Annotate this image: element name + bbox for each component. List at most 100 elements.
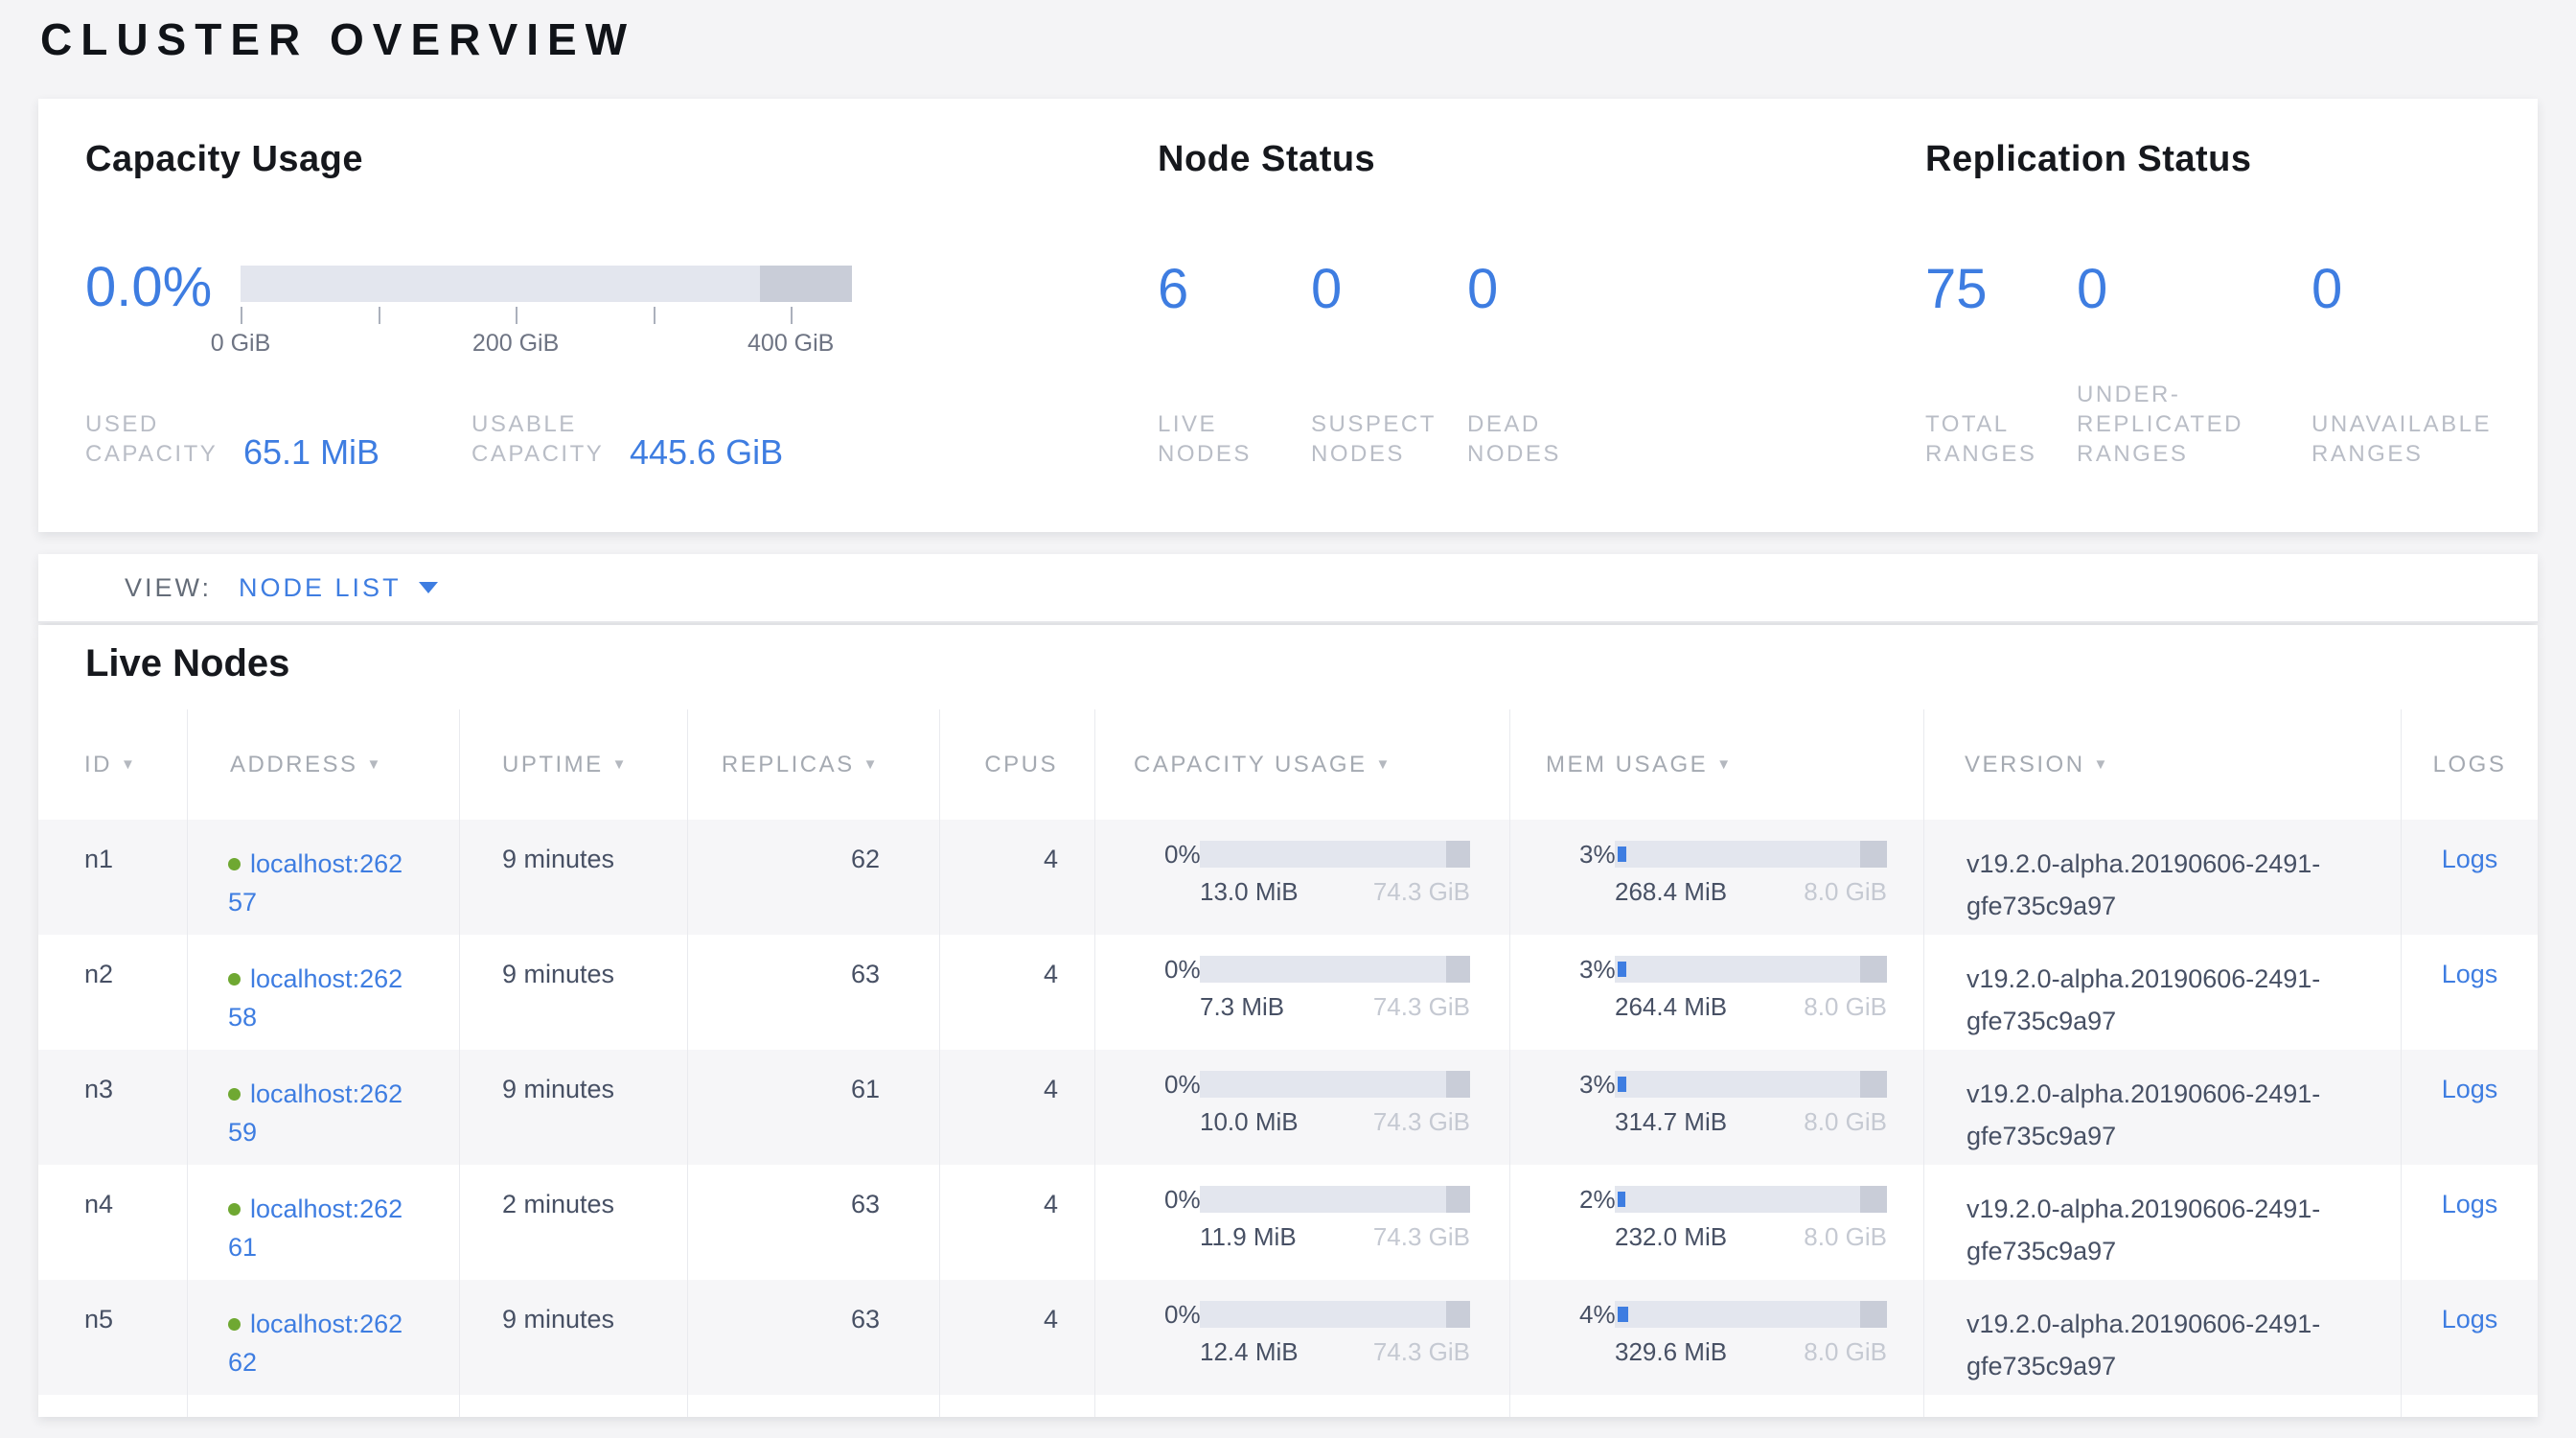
cell-mem: 3%268.4 MiB8.0 GiB bbox=[1510, 820, 1924, 935]
column-header-label: LOGS bbox=[2433, 752, 2507, 778]
version-text: v19.2.0-alpha.20190606-2491-gfe735c9a97 bbox=[1966, 958, 2373, 1042]
stat-label-line: TOTAL bbox=[1925, 409, 2077, 439]
version-text: v19.2.0-alpha.20190606-2491-gfe735c9a97 bbox=[1966, 1303, 2373, 1387]
column-header-uptime[interactable]: UPTIME ▼ bbox=[460, 709, 688, 820]
summary-stat-value: 445.6 GiB bbox=[630, 434, 783, 471]
cell-address bbox=[188, 1395, 460, 1417]
page-title: CLUSTER OVERVIEW bbox=[40, 13, 635, 65]
sort-arrow-icon[interactable]: ▼ bbox=[1376, 756, 1392, 773]
sort-arrow-icon[interactable]: ▼ bbox=[367, 756, 383, 773]
logs-link[interactable]: Logs bbox=[2442, 845, 2498, 873]
column-header-replicas[interactable]: REPLICAS▼ bbox=[688, 709, 940, 820]
mem-usage-values: 314.7 MiB8.0 GiB bbox=[1615, 1107, 1887, 1137]
column-header-version[interactable]: VERSION▼ bbox=[1924, 709, 2402, 820]
address-link[interactable]: localhost:26258 bbox=[228, 960, 410, 1036]
mem-usage-bar bbox=[1615, 1186, 1887, 1213]
replication-status-title: Replication Status bbox=[1925, 139, 2519, 180]
chevron-down-icon[interactable] bbox=[419, 582, 438, 593]
cell-node-id: n2 bbox=[38, 935, 188, 1050]
cluster-summary-card: Capacity Usage 0.0% 0 GiB200 GiB400 GiB … bbox=[38, 99, 2538, 532]
mem-usage-values: 268.4 MiB8.0 GiB bbox=[1615, 877, 1887, 907]
cell-version: v19.2.0-alpha.20190606-2491-gfe735c9a97 bbox=[1924, 820, 2402, 935]
address-link[interactable]: localhost:26259 bbox=[228, 1075, 410, 1151]
cell-mem: 2%232.0 MiB8.0 GiB bbox=[1510, 1165, 1924, 1280]
column-header-logs: LOGS bbox=[2402, 709, 2538, 820]
mem-usage-values: 329.6 MiB 8.0 GiB bbox=[1615, 1337, 1887, 1367]
cell-cpus: 4 bbox=[940, 1050, 1095, 1165]
summary-stat-value: 75 bbox=[1925, 260, 2077, 319]
cell-version: v19.2.0-alpha.20190606-2491-gfe735c9a97 bbox=[1924, 935, 2402, 1050]
column-header-id[interactable]: ID▼ bbox=[38, 709, 188, 820]
node-status-stats: 6LIVENODES0SUSPECTNODES0DEADNODES bbox=[1158, 260, 1678, 469]
mem-usage-bar bbox=[1615, 841, 1887, 868]
cell-capacity: 0%13.0 MiB74.3 GiB bbox=[1095, 820, 1510, 935]
version-text: v19.2.0-alpha.20190606-2491-gfe735c9a97 bbox=[1966, 1188, 2373, 1272]
column-header-mem[interactable]: MEM USAGE▼ bbox=[1510, 709, 1924, 820]
stat-label-line: RANGES bbox=[1925, 439, 2077, 469]
mem-usage-fill bbox=[1618, 1077, 1626, 1092]
summary-stat-value: 6 bbox=[1158, 260, 1311, 319]
mem-usage-used: 329.6 MiB bbox=[1615, 1337, 1727, 1367]
capacity-usage-total: 74.3 GiB bbox=[1373, 992, 1470, 1022]
logs-link[interactable]: Logs bbox=[2442, 1305, 2498, 1334]
capacity-usage-line: 0% bbox=[1164, 955, 1509, 984]
table-row-partial bbox=[38, 1395, 2538, 1417]
stat-label-line: UNDER- bbox=[2077, 380, 2312, 409]
sort-arrow-icon[interactable]: ▼ bbox=[1716, 756, 1733, 773]
summary-stat: USEDCAPACITY65.1 MiB bbox=[85, 409, 472, 469]
view-dropdown[interactable]: NODE LIST bbox=[239, 573, 402, 603]
address-link[interactable]: localhost:26257 bbox=[228, 845, 410, 921]
stat-label-line: NODES bbox=[1311, 439, 1467, 469]
column-header-label: UPTIME bbox=[502, 752, 604, 778]
replication-status-section: Replication Status 75TOTALRANGES0UNDER-R… bbox=[1925, 139, 2519, 532]
mem-usage-percent: 4% bbox=[1579, 1300, 1615, 1330]
cell-replicas: 63 bbox=[688, 1165, 940, 1280]
summary-stat: 6LIVENODES bbox=[1158, 260, 1311, 469]
cell-cpus: 4 bbox=[940, 820, 1095, 935]
live-nodes-title: Live Nodes bbox=[85, 642, 289, 685]
mem-usage-total: 8.0 GiB bbox=[1804, 992, 1887, 1022]
column-header-address[interactable]: ADDRESS▼ bbox=[188, 709, 460, 820]
capacity-usage-total: 74.3 GiB bbox=[1373, 877, 1470, 907]
node-status-section: Node Status 6LIVENODES0SUSPECTNODES0DEAD… bbox=[1158, 139, 1886, 532]
capacity-usage-values: 10.0 MiB74.3 GiB bbox=[1200, 1107, 1470, 1137]
stat-label: USABLECAPACITY bbox=[472, 409, 630, 469]
capacity-usage-used: 13.0 MiB bbox=[1200, 877, 1299, 907]
mem-usage-total: 8.0 GiB bbox=[1804, 1337, 1887, 1367]
sort-arrow-icon[interactable]: ▼ bbox=[121, 756, 137, 773]
table-row: n4localhost:262612 minutes6340%11.9 MiB7… bbox=[38, 1165, 2538, 1280]
capacity-usage-line: 0% bbox=[1164, 1300, 1509, 1329]
cell-capacity bbox=[1095, 1395, 1510, 1417]
capacity-usage-percent: 0% bbox=[1164, 955, 1200, 985]
summary-stat: 0DEADNODES bbox=[1467, 260, 1678, 469]
sort-arrow-icon[interactable]: ▼ bbox=[2094, 756, 2110, 773]
cell-cpus: 4 bbox=[940, 935, 1095, 1050]
sort-arrow-icon[interactable]: ▼ bbox=[612, 756, 629, 773]
logs-link[interactable]: Logs bbox=[2442, 1075, 2498, 1103]
stat-label-line: NODES bbox=[1467, 439, 1678, 469]
address-link[interactable]: localhost:26262 bbox=[228, 1305, 410, 1381]
sort-arrow-icon[interactable]: ▼ bbox=[863, 756, 880, 773]
capacity-usage-used: 12.4 MiB bbox=[1200, 1337, 1299, 1367]
cell-replicas: 63 bbox=[688, 935, 940, 1050]
stat-label-line: RANGES bbox=[2312, 439, 2542, 469]
address-link[interactable]: localhost:26261 bbox=[228, 1190, 410, 1266]
cell-uptime bbox=[460, 1395, 688, 1417]
logs-link[interactable]: Logs bbox=[2442, 1190, 2498, 1218]
capacity-usage-title: Capacity Usage bbox=[85, 139, 1139, 180]
cell-logs: Logs bbox=[2402, 1050, 2538, 1165]
capacity-usage-bar bbox=[1200, 841, 1470, 868]
capacity-usage-values: 12.4 MiB74.3 GiB bbox=[1200, 1337, 1470, 1367]
column-header-capacity[interactable]: CAPACITY USAGE▼ bbox=[1095, 709, 1510, 820]
summary-stat-value: 0 bbox=[1467, 260, 1678, 319]
node-live-dot bbox=[228, 1318, 241, 1331]
stat-label: UNAVAILABLERANGES bbox=[2312, 409, 2542, 469]
logs-link[interactable]: Logs bbox=[2442, 960, 2498, 988]
cell-node-id: n5 bbox=[38, 1280, 188, 1395]
table-header-row: ID▼ADDRESS▼UPTIME▼REPLICAS▼CPUSCAPACITY … bbox=[38, 709, 2538, 820]
capacity-usage-percent: 0% bbox=[1164, 1070, 1200, 1100]
cell-capacity: 0% 12.4 MiB74.3 GiB bbox=[1095, 1280, 1510, 1395]
capacity-usage-bar bbox=[1200, 956, 1470, 983]
summary-stat: 0UNAVAILABLERANGES bbox=[2312, 260, 2542, 469]
node-status-title: Node Status bbox=[1158, 139, 1886, 180]
